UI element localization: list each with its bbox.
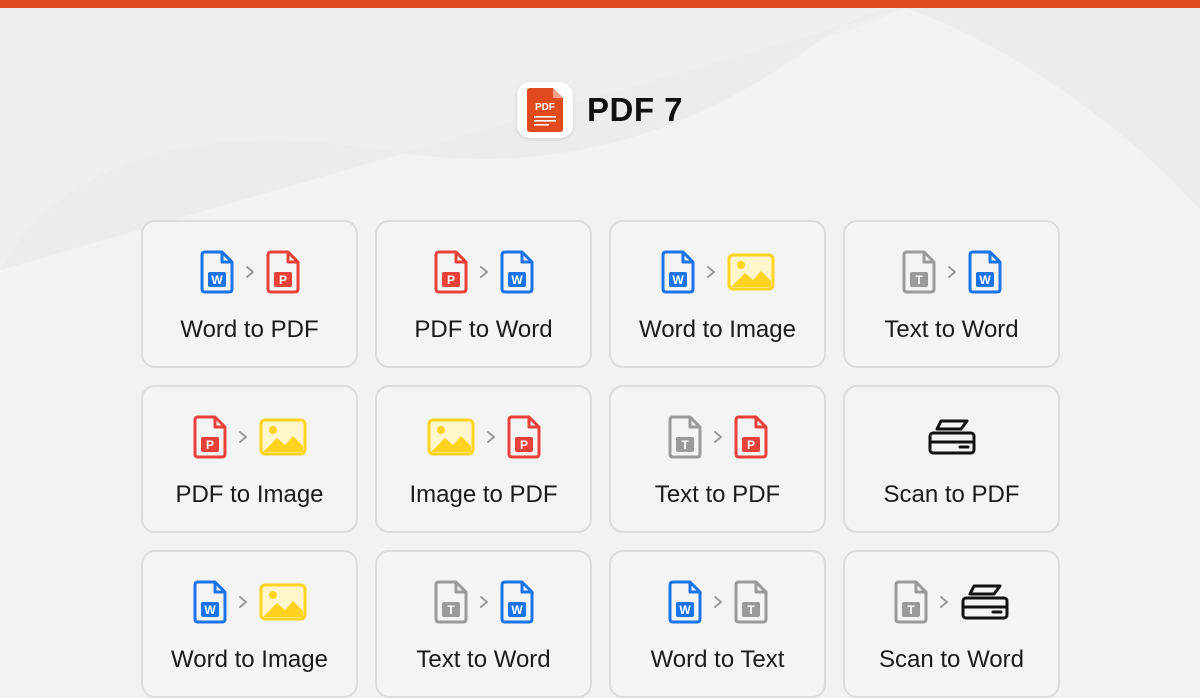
tool-grid: W P Word to PDF P W PDF to Word W Word t… [141, 220, 1060, 698]
chevron-right-icon [244, 264, 256, 280]
image-icon [259, 418, 307, 456]
scanner-icon [960, 582, 1010, 622]
svg-text:P: P [746, 438, 754, 452]
svg-text:T: T [907, 603, 915, 617]
conversion-icons: P W [434, 248, 534, 296]
chevron-right-icon [938, 594, 950, 610]
tool-card-pdf-to-word[interactable]: P W PDF to Word [375, 220, 592, 368]
svg-text:T: T [915, 273, 923, 287]
tool-label: Word to Image [639, 316, 796, 343]
app-header: PDF PDF 7 [0, 82, 1200, 138]
text-doc-icon: T [734, 580, 768, 624]
svg-text:T: T [681, 438, 689, 452]
tool-card-word-to-pdf[interactable]: W P Word to PDF [141, 220, 358, 368]
conversion-icons: W T [668, 578, 768, 626]
svg-text:W: W [211, 273, 223, 287]
tool-card-scan-to-pdf[interactable]: Scan to PDF [843, 385, 1060, 533]
conversion-icons: T P [668, 413, 768, 461]
pdf-doc-icon: P [193, 415, 227, 459]
svg-text:W: W [204, 603, 216, 617]
conversion-icons [927, 413, 977, 461]
logo-text: PDF [535, 102, 555, 113]
text-doc-icon: T [668, 415, 702, 459]
chevron-right-icon [712, 594, 724, 610]
conversion-icons: T W [434, 578, 534, 626]
chevron-right-icon [946, 264, 958, 280]
tool-card-word-to-image[interactable]: W Word to Image [141, 550, 358, 698]
pdf-doc-icon: P [266, 250, 300, 294]
scanner-icon [927, 417, 977, 457]
svg-text:P: P [519, 438, 527, 452]
word-doc-icon: W [968, 250, 1002, 294]
chevron-right-icon [237, 594, 249, 610]
tool-label: Text to PDF [654, 481, 781, 508]
image-icon [259, 583, 307, 621]
tool-label: PDF to Word [414, 316, 553, 343]
tool-label: Scan to Word [879, 646, 1024, 673]
tool-label: Word to PDF [180, 316, 319, 343]
tool-label: PDF to Image [175, 481, 324, 508]
svg-text:P: P [205, 438, 213, 452]
pdf-doc-icon: P [507, 415, 541, 459]
svg-text:W: W [672, 273, 684, 287]
pdf-doc-icon: P [734, 415, 768, 459]
pdf-app-icon[interactable]: PDF [516, 82, 573, 138]
chevron-right-icon [712, 429, 724, 445]
tool-card-word-to-text[interactable]: W T Word to Text [609, 550, 826, 698]
conversion-icons: T W [902, 248, 1002, 296]
tool-label: Word to Text [650, 646, 785, 673]
tool-label: Scan to PDF [883, 481, 1020, 508]
svg-text:T: T [447, 603, 455, 617]
text-doc-icon: T [434, 580, 468, 624]
tool-card-image-to-pdf[interactable]: P Image to PDF [375, 385, 592, 533]
chevron-right-icon [478, 264, 490, 280]
svg-text:W: W [679, 603, 691, 617]
chevron-right-icon [237, 429, 249, 445]
tool-card-text-to-word[interactable]: T W Text to Word [843, 220, 1060, 368]
tool-label: Text to Word [416, 646, 551, 673]
svg-text:W: W [511, 603, 523, 617]
tool-label: Word to Image [171, 646, 328, 673]
image-icon [727, 253, 775, 291]
word-doc-icon: W [668, 580, 702, 624]
svg-text:T: T [747, 603, 755, 617]
word-doc-icon: W [500, 580, 534, 624]
word-doc-icon: W [661, 250, 695, 294]
word-doc-icon: W [193, 580, 227, 624]
text-doc-icon: T [902, 250, 936, 294]
svg-text:P: P [446, 273, 454, 287]
tool-card-text-to-pdf[interactable]: T P Text to PDF [609, 385, 826, 533]
conversion-icons: W [193, 578, 307, 626]
image-icon [427, 418, 475, 456]
svg-text:W: W [511, 273, 523, 287]
chevron-right-icon [485, 429, 497, 445]
tool-card-pdf-to-image[interactable]: P PDF to Image [141, 385, 358, 533]
conversion-icons: W P [200, 248, 300, 296]
word-doc-icon: W [200, 250, 234, 294]
chevron-right-icon [478, 594, 490, 610]
svg-text:P: P [278, 273, 286, 287]
tool-card-word-to-image[interactable]: W Word to Image [609, 220, 826, 368]
svg-text:W: W [979, 273, 991, 287]
tool-label: Text to Word [884, 316, 1019, 343]
conversion-icons: P [193, 413, 307, 461]
conversion-icons: P [427, 413, 541, 461]
pdf-doc-icon: P [434, 250, 468, 294]
app-name: PDF 7 [586, 91, 684, 128]
tool-card-text-to-word[interactable]: T W Text to Word [375, 550, 592, 698]
text-doc-icon: T [894, 580, 928, 624]
conversion-icons: T [894, 578, 1010, 626]
tool-label: Image to PDF [409, 481, 558, 508]
chevron-right-icon [705, 264, 717, 280]
word-doc-icon: W [500, 250, 534, 294]
tool-card-scan-to-word[interactable]: T Scan to Word [843, 550, 1060, 698]
conversion-icons: W [661, 248, 775, 296]
